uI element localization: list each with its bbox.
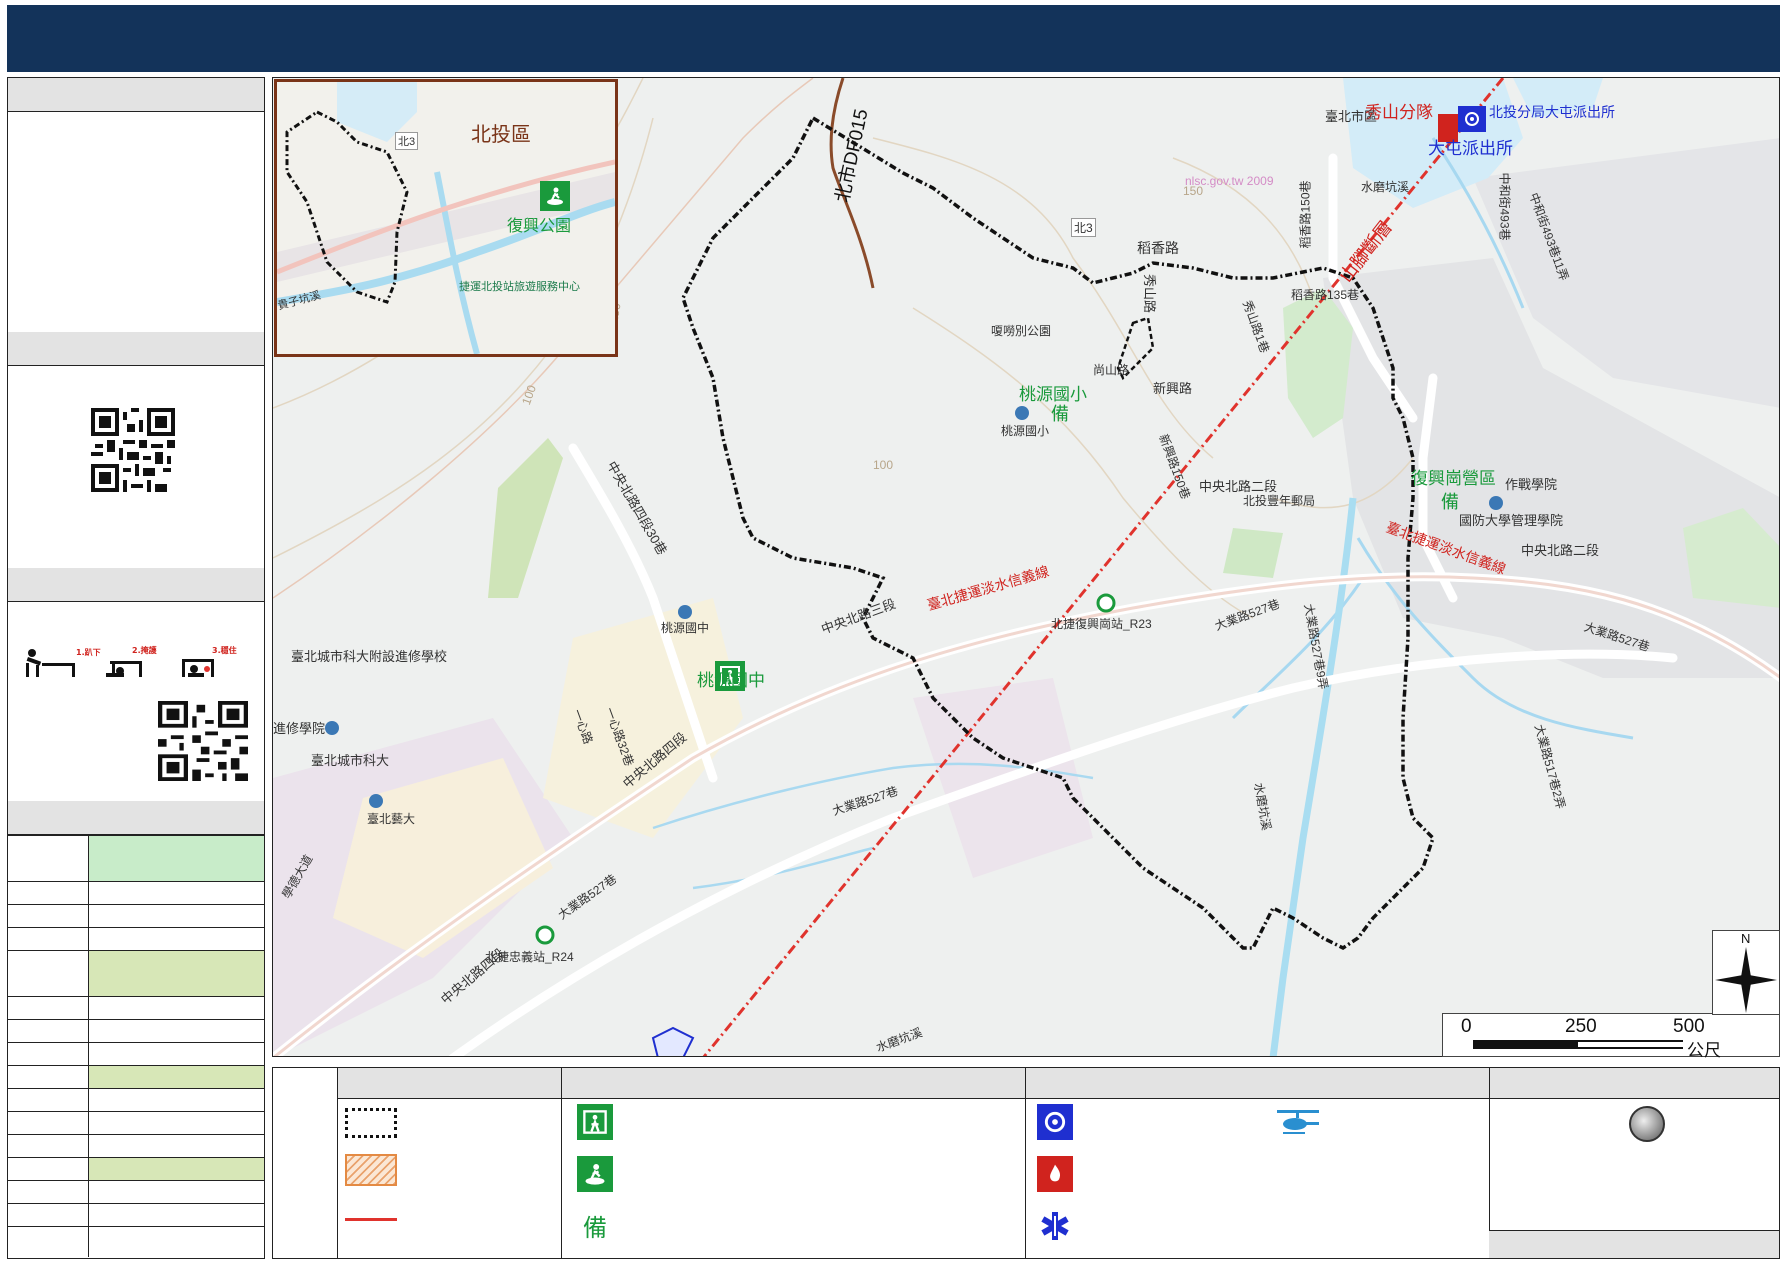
table-row <box>8 1180 264 1203</box>
legend-police-icon <box>1037 1104 1073 1140</box>
legend-fault-swatch <box>345 1218 397 1221</box>
scale-label-250: 250 <box>1565 1016 1597 1037</box>
table-row <box>8 1157 264 1180</box>
label-jiaoyu-park: 嗄嘮別公園 <box>991 324 1052 338</box>
table-row <box>8 1065 264 1088</box>
label-daoxiang-150: 稻香路150巷 <box>1298 180 1313 249</box>
school-icon <box>1489 496 1503 510</box>
label-fuxinggang: 復興崗營區 <box>1411 469 1496 488</box>
qr-code-1[interactable] <box>91 408 175 496</box>
school-icon <box>1015 406 1029 420</box>
table-row <box>8 950 264 996</box>
scale-label-500: 500 <box>1673 1016 1705 1037</box>
table-row <box>8 1134 264 1157</box>
label-daoxiang-135: 稻香路135巷 <box>1291 288 1360 302</box>
table-row <box>8 1019 264 1042</box>
table-row <box>8 881 264 904</box>
school-icon <box>325 721 339 735</box>
scale-unit: 公尺 <box>1687 1041 1721 1060</box>
table-row <box>8 996 264 1019</box>
quake-step1-label: 1.趴下 <box>76 648 101 657</box>
scale-label-0: 0 <box>1461 1016 1472 1037</box>
label-tnua: 臺北藝大 <box>367 812 416 826</box>
label-bei-fuxinggang: 備 <box>1441 492 1459 512</box>
label-park-fuxing: 復興公園 <box>507 218 572 235</box>
label-zhongyi-station: 北捷忠義站_R24 <box>485 950 574 964</box>
table-row <box>8 904 264 927</box>
label-xinxing-rd: 新興路 <box>1153 381 1193 396</box>
legend-park-icon <box>577 1156 613 1192</box>
label-contour-150: 150 <box>1183 184 1204 198</box>
quake-step3-label: 3.穩住 <box>212 645 237 655</box>
label-taoyuan-elem-small: 桃源國小 <box>1001 424 1050 438</box>
inset-map[interactable]: 北投區 復興公園 捷運北投站旅遊服務中心 北3 貴子坑溪 <box>274 79 618 357</box>
quake-steps: 1.趴下 2.掩護 3.穩住 <box>22 645 262 685</box>
label-ust-school: 臺北城市科大附設進修學校 <box>291 649 448 664</box>
label-daoxiang-rd: 稻香路 <box>1137 240 1179 256</box>
quake-section-header <box>8 568 264 602</box>
label-zhongyang-n2-east: 中央北路二段 <box>1521 543 1600 558</box>
table-row <box>8 835 264 881</box>
legend-helicopter-icon <box>1273 1108 1323 1138</box>
legend-footer-cell <box>1489 1230 1779 1258</box>
table-row <box>8 1088 264 1111</box>
label-xiushan-rd: 秀山路 <box>1142 273 1158 314</box>
label-post-office: 北投豐年郵局 <box>1243 494 1316 508</box>
label-taipei-city: 臺北市區 <box>1325 109 1378 124</box>
label-ust: 臺北城市科大 <box>311 753 390 768</box>
table-row <box>8 1203 264 1226</box>
label-zhonghe-493: 中和街493巷 <box>1497 172 1512 241</box>
compass-icon <box>1715 947 1777 1013</box>
table-row <box>8 1042 264 1065</box>
legend: 備 <box>272 1067 1780 1259</box>
school-icon <box>369 794 383 808</box>
table-section-header <box>8 801 264 835</box>
legend-header <box>337 1068 1779 1099</box>
legend-bei-icon: 備 <box>583 1215 607 1242</box>
north-arrow: N <box>1712 930 1780 1015</box>
label-contour-100: 100 <box>873 458 894 472</box>
table-row <box>8 1111 264 1134</box>
legend-boundary-swatch <box>345 1108 397 1138</box>
inset-district-label: 北投區 <box>471 124 531 146</box>
label-police-datun: 大屯派出所 <box>1428 139 1513 158</box>
school-icon <box>678 605 692 619</box>
legend-hazard-swatch <box>345 1154 397 1186</box>
inset-route-bei3: 北3 <box>395 132 419 150</box>
label-ndu: 國防大學管理學院 <box>1459 513 1564 528</box>
label-shangshan-rd: 尚山路 <box>1093 363 1130 377</box>
qr-section-header <box>8 332 264 366</box>
legend-gray-circle-icon <box>1629 1106 1665 1142</box>
label-police-beitou: 北投分局大屯派出所 <box>1489 104 1615 120</box>
legend-medical-icon <box>1037 1208 1073 1244</box>
label-station-service: 捷運北投站旅遊服務中心 <box>459 281 580 293</box>
title-bar <box>7 5 1780 72</box>
legend-fire-icon <box>1037 1156 1073 1192</box>
label-war-college: 作戰學院 <box>1505 477 1558 492</box>
info-section-header <box>8 78 264 112</box>
legend-shelter-icon <box>577 1104 613 1140</box>
north-label: N <box>1741 931 1751 946</box>
table-row <box>8 927 264 950</box>
label-route-bei3: 北3 <box>1071 218 1096 237</box>
label-taoyuan-jh-small: 桃源國中 <box>661 621 710 635</box>
police-icon[interactable] <box>1458 106 1486 132</box>
info-panel: 1.趴下 2.掩護 3.穩住 <box>7 77 265 1259</box>
quake-step2-label: 2.掩護 <box>132 645 158 655</box>
qr-code-2[interactable] <box>158 701 248 785</box>
label-continuing: 進修學院 <box>273 721 326 736</box>
table-row <box>8 1226 264 1257</box>
park-evacuation-icon[interactable] <box>540 181 570 211</box>
label-fuxinggang-station: 北捷復興崗站_R23 <box>1051 617 1152 631</box>
map-sheet: 1.趴下 2.掩護 3.穩住 秀山分隊 大屯派出所 北投分局大屯派出所 臺北市區… <box>0 0 1787 1263</box>
label-taoyuan-jh: 桃源國中 <box>697 671 765 690</box>
label-bei-elem: 備 <box>1051 404 1069 424</box>
label-shuimogeng-north: 水磨坑溪 <box>1361 180 1410 194</box>
scale-bar: 0 250 500 公尺 <box>1442 1013 1780 1060</box>
